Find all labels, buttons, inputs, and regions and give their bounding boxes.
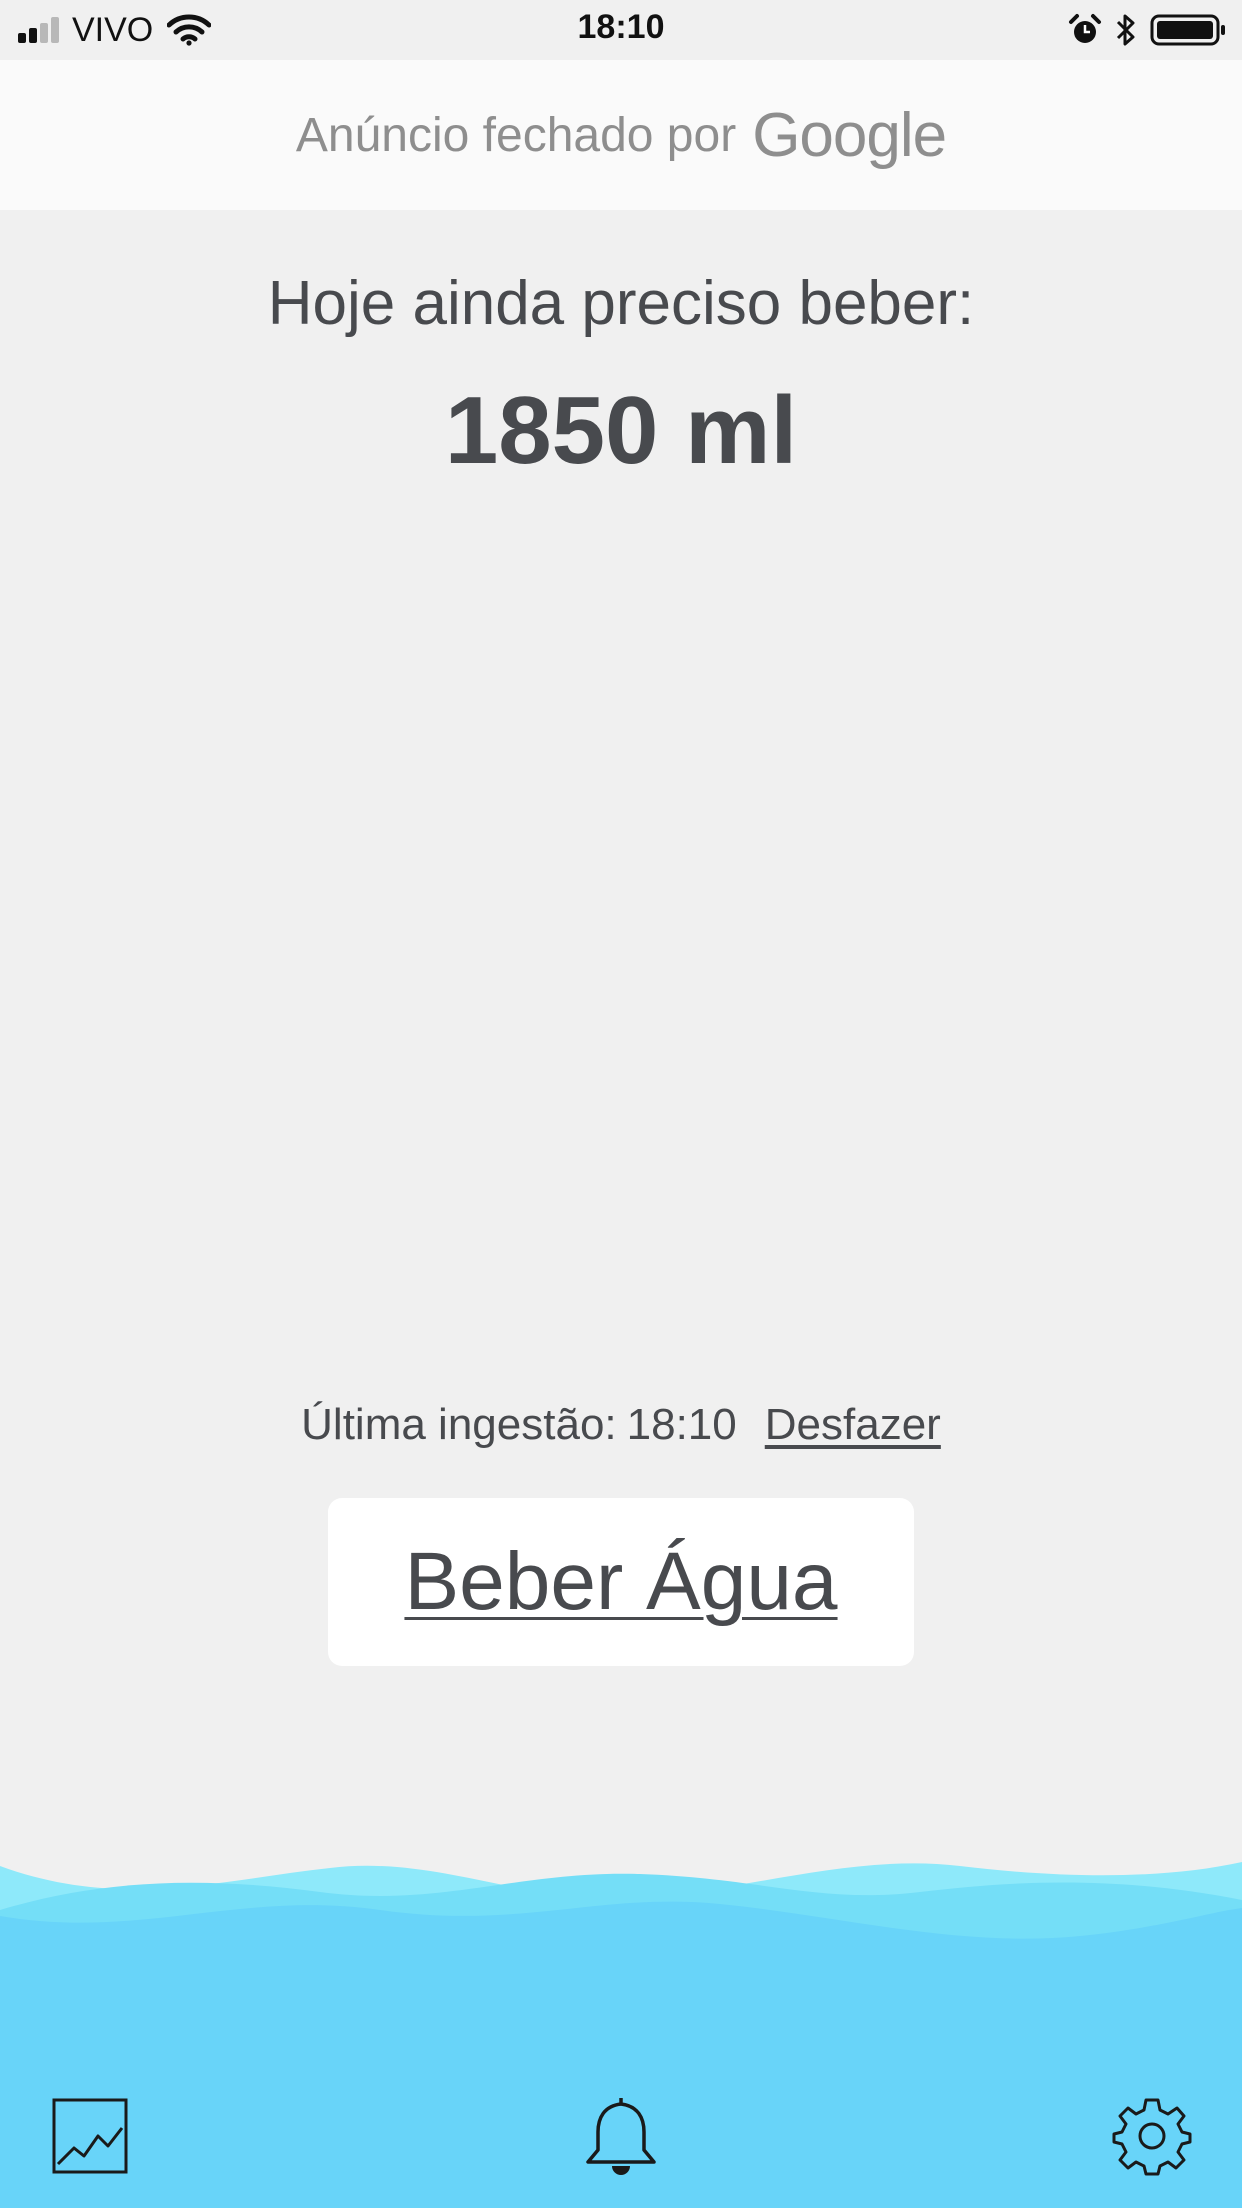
remaining-label: Hoje ainda preciso beber: xyxy=(267,269,975,338)
remaining-amount: 1850 ml xyxy=(444,377,798,484)
chart-icon[interactable] xyxy=(52,2098,128,2174)
status-bar: VIVO 18:10 xyxy=(0,0,1242,60)
bluetooth-icon xyxy=(1114,13,1138,47)
last-intake-row: Última ingestão: 18:10 Desfazer xyxy=(0,1400,1242,1450)
gear-icon[interactable] xyxy=(1112,2096,1192,2176)
bell-icon[interactable] xyxy=(582,2094,660,2178)
battery-icon xyxy=(1150,14,1228,46)
last-intake-label: Última ingestão: xyxy=(301,1400,617,1449)
ad-banner[interactable]: Anúncio fechado por Google xyxy=(0,60,1242,210)
ad-brand-logo: Google xyxy=(752,100,947,170)
status-right xyxy=(1056,12,1228,48)
alarm-icon xyxy=(1068,13,1102,47)
undo-link[interactable]: Desfazer xyxy=(765,1400,941,1450)
drink-water-button[interactable]: Beber Água xyxy=(328,1498,914,1666)
ad-closed-text: Anúncio fechado por xyxy=(295,108,737,162)
last-intake-time: 18:10 xyxy=(626,1400,737,1449)
